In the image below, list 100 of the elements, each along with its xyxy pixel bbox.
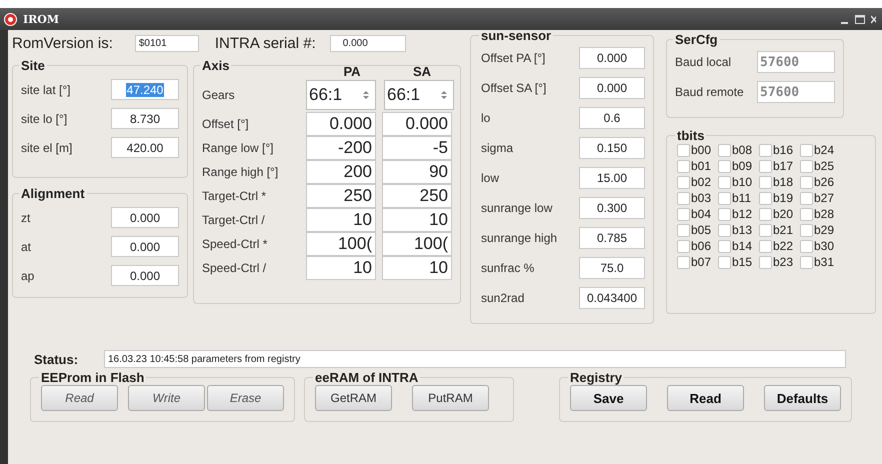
checkbox-label: b06 xyxy=(691,239,712,253)
field-label: lo xyxy=(481,111,490,125)
checkbox[interactable] xyxy=(800,256,813,268)
checkbox[interactable] xyxy=(677,160,690,172)
checkbox[interactable] xyxy=(718,160,731,172)
checkbox[interactable] xyxy=(759,224,772,236)
checkbox[interactable] xyxy=(718,192,731,204)
checkbox[interactable] xyxy=(800,192,813,204)
checkbox-label: b11 xyxy=(732,191,752,205)
input-field[interactable]: 0.043400 xyxy=(579,287,645,309)
checkbox[interactable] xyxy=(718,224,731,236)
close-icon[interactable] xyxy=(871,14,876,24)
checkbox[interactable] xyxy=(677,240,690,252)
action-button[interactable]: Defaults xyxy=(764,385,841,411)
status-field[interactable]: 16.03.23 10:45:58 parameters from registry xyxy=(104,350,846,368)
action-button[interactable]: Save xyxy=(570,385,647,411)
checkbox-label: b15 xyxy=(732,255,754,269)
input-field[interactable]: 0.000 xyxy=(382,112,452,136)
checkbox[interactable] xyxy=(759,176,772,188)
input-field[interactable]: 15.00 xyxy=(579,167,645,189)
field-label: sunrange high xyxy=(481,231,558,245)
input-field[interactable]: 0.150 xyxy=(579,137,645,159)
checkbox[interactable] xyxy=(800,208,813,220)
maximize-icon[interactable] xyxy=(855,14,865,24)
checkbox-label: b01 xyxy=(691,159,712,173)
rom-version-field[interactable]: $0101 xyxy=(134,34,199,52)
field-label: sun2rad xyxy=(481,291,524,305)
group-title: EEProm in Flash xyxy=(40,370,146,385)
input-field[interactable]: -5 xyxy=(382,136,452,160)
checkbox-label: b18 xyxy=(773,175,794,189)
checkbox[interactable] xyxy=(800,240,813,252)
action-button[interactable]: Write xyxy=(128,385,205,411)
input-field[interactable]: 75.0 xyxy=(579,257,645,279)
spin-arrows-icon[interactable] xyxy=(363,90,369,100)
checkbox[interactable] xyxy=(718,240,731,252)
checkbox[interactable] xyxy=(800,176,813,188)
checkbox[interactable] xyxy=(759,208,772,220)
checkbox[interactable] xyxy=(759,160,772,172)
input-field[interactable]: 10 xyxy=(306,208,376,232)
action-button[interactable]: GetRAM xyxy=(315,385,392,411)
group-title: Registry xyxy=(569,370,624,385)
checkbox[interactable] xyxy=(800,224,813,236)
input-field[interactable]: 100( xyxy=(382,232,452,256)
input-field[interactable]: -200 xyxy=(306,136,376,160)
input-field[interactable]: 0.000 xyxy=(306,112,376,136)
group-title: Site xyxy=(20,58,46,73)
action-button[interactable]: Read xyxy=(667,385,744,411)
input-field[interactable]: 0.000 xyxy=(111,236,179,257)
checkbox[interactable] xyxy=(677,208,690,220)
input-field[interactable]: 100( xyxy=(306,232,376,256)
checkbox[interactable] xyxy=(677,176,690,188)
input-field[interactable]: 0.000 xyxy=(579,77,645,99)
field-label: Gears xyxy=(202,88,236,102)
checkbox[interactable] xyxy=(759,144,772,156)
checkbox-label: b08 xyxy=(732,143,754,157)
checkbox[interactable] xyxy=(718,256,731,268)
input-field[interactable]: 10 xyxy=(382,208,452,232)
checkbox[interactable] xyxy=(718,208,731,220)
input-field[interactable]: 0.000 xyxy=(579,47,645,69)
checkbox[interactable] xyxy=(677,192,690,204)
input-field[interactable]: 0.000 xyxy=(111,207,179,228)
input-field[interactable]: 250 xyxy=(306,184,376,208)
action-button[interactable]: Read xyxy=(41,385,118,411)
input-field[interactable]: 10 xyxy=(306,256,376,280)
group-title: tbits xyxy=(676,128,706,143)
input-field[interactable]: 8.730 xyxy=(111,108,179,129)
spinner-field[interactable]: 66:1 xyxy=(384,80,454,110)
group-title: Alignment xyxy=(20,186,86,201)
checkbox[interactable] xyxy=(718,176,731,188)
checkbox[interactable] xyxy=(759,192,772,204)
checkbox[interactable] xyxy=(759,256,772,268)
input-field[interactable]: 90 xyxy=(382,160,452,184)
spinner-field[interactable]: 66:1 xyxy=(306,80,376,110)
column-header: PA xyxy=(342,64,362,78)
field-label: Baud remote xyxy=(675,85,744,99)
input-field[interactable]: 0.785 xyxy=(579,227,645,249)
field-label: low xyxy=(481,171,500,185)
checkbox[interactable] xyxy=(677,224,690,236)
checkbox[interactable] xyxy=(759,240,772,252)
input-field[interactable]: 250 xyxy=(382,184,452,208)
checkbox-label: b03 xyxy=(691,191,712,205)
field-label: site el [m] xyxy=(21,140,72,154)
input-field[interactable]: 0.6 xyxy=(579,107,645,129)
checkbox[interactable] xyxy=(718,144,731,156)
checkbox[interactable] xyxy=(800,144,813,156)
action-button[interactable]: PutRAM xyxy=(412,385,489,411)
input-field[interactable]: 200 xyxy=(306,160,376,184)
input-field[interactable]: 0.300 xyxy=(579,197,645,219)
input-field[interactable]: 0.000 xyxy=(111,265,179,286)
checkbox-label: b12 xyxy=(732,207,754,221)
rom-version-label: RomVersion is: xyxy=(12,34,113,52)
checkbox[interactable] xyxy=(677,144,690,156)
field-label: sunfrac % xyxy=(481,261,534,275)
input-field[interactable]: 10 xyxy=(382,256,452,280)
action-button[interactable]: Erase xyxy=(207,385,284,411)
serial-field[interactable]: 0.000 xyxy=(330,34,406,52)
spin-arrows-icon[interactable] xyxy=(441,90,447,100)
input-field[interactable]: 420.00 xyxy=(111,137,179,158)
checkbox[interactable] xyxy=(677,256,690,268)
checkbox[interactable] xyxy=(800,160,813,172)
